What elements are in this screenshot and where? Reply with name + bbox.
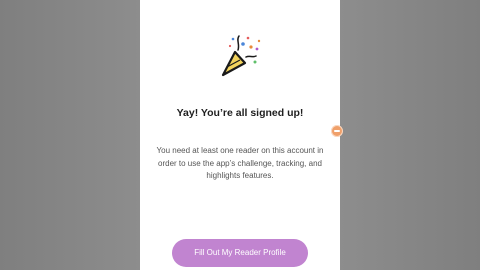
signup-success-title: Yay! You’re all signed up! bbox=[176, 107, 304, 119]
party-popper-icon bbox=[213, 30, 265, 82]
assistant-bubble-icon[interactable] bbox=[331, 125, 343, 137]
fill-reader-profile-button[interactable]: Fill Out My Reader Profile bbox=[172, 239, 308, 267]
video-pillarbox-right bbox=[340, 0, 480, 270]
signup-success-message: You need at least one reader on this acc… bbox=[156, 146, 324, 180]
video-pillarbox-left bbox=[0, 0, 140, 270]
